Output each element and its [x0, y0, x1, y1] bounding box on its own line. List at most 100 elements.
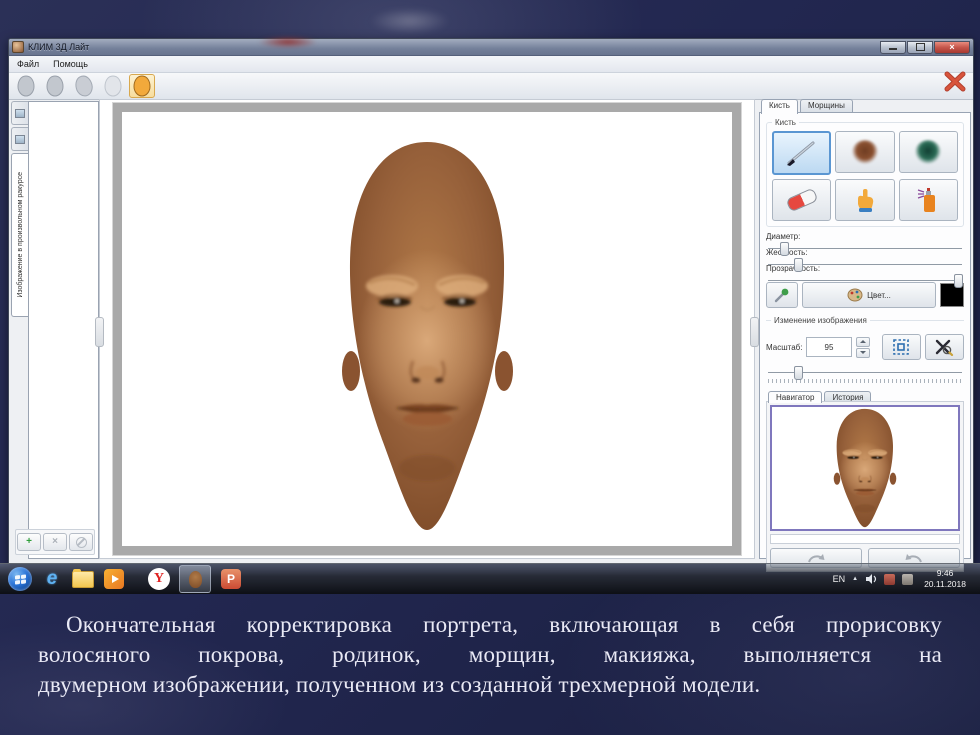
slider-thumb[interactable] [794, 258, 803, 272]
left-tab-strip: Изображение в произвольном ракурсе [11, 101, 28, 317]
app-window: КЛИМ 3Д Лайт × Файл Помощь [8, 38, 974, 564]
media-player-button[interactable] [103, 568, 125, 590]
speaker-icon[interactable] [865, 573, 877, 585]
media-player-icon [104, 569, 124, 589]
scale-row: Масштаб: 95 [766, 334, 964, 360]
spray-tool-button[interactable] [899, 179, 958, 221]
minimize-icon [889, 48, 897, 50]
delete-fragment-button[interactable]: × [43, 533, 67, 551]
clear-fragment-button[interactable] [69, 533, 93, 551]
close-button[interactable]: × [934, 41, 970, 54]
sidebar-tab-3d[interactable] [11, 127, 28, 151]
spin-up-button[interactable] [856, 337, 870, 347]
smudge-green-tool-button[interactable] [899, 131, 958, 173]
menu-help[interactable]: Помощь [53, 59, 88, 69]
klim-app-taskbar-button[interactable] [179, 565, 211, 593]
eyedropper-icon [773, 286, 791, 304]
caption-line-2: волосяного покрова, родинок, морщин, мак… [38, 640, 942, 670]
splitter-grip-right[interactable] [750, 317, 759, 347]
arrow-down-icon [860, 351, 866, 354]
color-picker-button[interactable]: Цвет... [802, 282, 936, 308]
forbidden-icon [76, 537, 87, 548]
sidebar-tab-label: Изображение в произвольном ракурсе [17, 172, 24, 298]
add-fragment-button[interactable]: + [17, 533, 41, 551]
sidebar-tab-image[interactable] [11, 101, 28, 125]
view-front-button[interactable] [13, 74, 39, 98]
app-icon [12, 41, 24, 53]
powerpoint-button[interactable]: P [220, 568, 242, 590]
background-red-smudge [258, 36, 318, 48]
finger-icon [854, 187, 876, 213]
clock[interactable]: 9:46 20.11.2018 [920, 568, 974, 589]
diameter-label: Диаметр: [766, 232, 964, 241]
menu-file[interactable]: Файл [17, 59, 39, 69]
zoom-reset-button[interactable] [925, 334, 964, 360]
hidden-icons-arrow-icon[interactable]: ▲ [852, 576, 858, 582]
tab-wrinkles[interactable]: Морщины [800, 99, 853, 113]
head-front-icon [16, 74, 36, 98]
portrait-canvas[interactable] [113, 103, 741, 555]
paintbrush-tool-button[interactable] [772, 131, 831, 175]
navigator-viewport[interactable] [770, 405, 960, 531]
image-change-group: Изменение изображения Масштаб: 95 [766, 320, 964, 383]
tray-app-icon-1[interactable] [884, 574, 895, 585]
tray-app-icon-2[interactable] [902, 574, 913, 585]
slider-thumb[interactable] [780, 242, 789, 256]
eyedropper-button[interactable] [766, 282, 798, 308]
view-toolbar [9, 73, 973, 100]
slide-caption: Окончательная корректировка портрета, вк… [38, 610, 942, 700]
slide-background: КЛИМ 3Д Лайт × Файл Помощь [0, 0, 980, 735]
tab-brush[interactable]: Кисть [761, 99, 798, 114]
powerpoint-icon: P [221, 569, 241, 589]
eraser-tool-button[interactable] [772, 179, 831, 221]
view-turn-button[interactable] [42, 74, 68, 98]
scale-value-field[interactable]: 95 [806, 337, 851, 357]
red-cross-icon[interactable] [943, 69, 967, 93]
canvas-area[interactable] [99, 99, 755, 559]
fit-selection-button[interactable] [882, 334, 921, 360]
caption-line-1: Окончательная корректировка портрета, вк… [38, 610, 942, 640]
clock-time: 9:46 [924, 568, 966, 579]
cube-icon [15, 135, 25, 144]
menubar: Файл Помощь [9, 56, 973, 73]
titlebar[interactable]: КЛИМ 3Д Лайт × [9, 39, 973, 56]
maximize-icon [916, 43, 925, 51]
yandex-button[interactable]: Y [148, 568, 170, 590]
minimize-button[interactable] [880, 41, 906, 54]
spin-down-button[interactable] [856, 348, 870, 358]
explorer-button[interactable] [72, 568, 94, 590]
maximize-button[interactable] [907, 41, 933, 54]
finger-tool-button[interactable] [835, 179, 894, 221]
scale-slider[interactable] [766, 366, 964, 378]
spray-can-icon [916, 186, 940, 214]
splitter-grip-left[interactable] [95, 317, 104, 347]
selection-frame-icon [892, 338, 910, 356]
brush-group-label: Кисть [772, 118, 799, 127]
navigator-panel [766, 401, 964, 572]
view-ghost-button[interactable] [100, 74, 126, 98]
smudge-brown-icon [852, 140, 878, 164]
start-button[interactable] [8, 567, 32, 591]
slider-thumb[interactable] [954, 274, 963, 288]
eraser-icon [785, 188, 818, 213]
view-tilt-button[interactable] [71, 74, 97, 98]
ie-icon: e [47, 568, 58, 590]
internet-explorer-button[interactable]: e [41, 568, 63, 590]
language-indicator[interactable]: EN [833, 574, 846, 584]
fragment-list-panel[interactable] [28, 101, 99, 559]
view-2d-button[interactable] [129, 74, 155, 98]
scale-spinner [856, 337, 870, 358]
color-row: Цвет... [766, 282, 964, 308]
sidebar-tab-arbitrary-view[interactable]: Изображение в произвольном ракурсе [11, 153, 28, 317]
window-title: КЛИМ 3Д Лайт [28, 42, 880, 52]
slider-thumb[interactable] [794, 366, 803, 380]
navigator-zoom-bar[interactable] [770, 534, 960, 544]
smudge-brown-tool-button[interactable] [835, 131, 894, 173]
tab-navigator[interactable]: Навигатор [768, 391, 822, 403]
arrow-up-icon [860, 340, 866, 343]
head-ghost-icon [103, 74, 123, 98]
client-area: Изображение в произвольном ракурсе + × [11, 99, 971, 559]
yandex-letter: Y [154, 571, 164, 587]
plus-icon: + [26, 537, 32, 547]
navigator-face-thumbnail [833, 407, 897, 529]
